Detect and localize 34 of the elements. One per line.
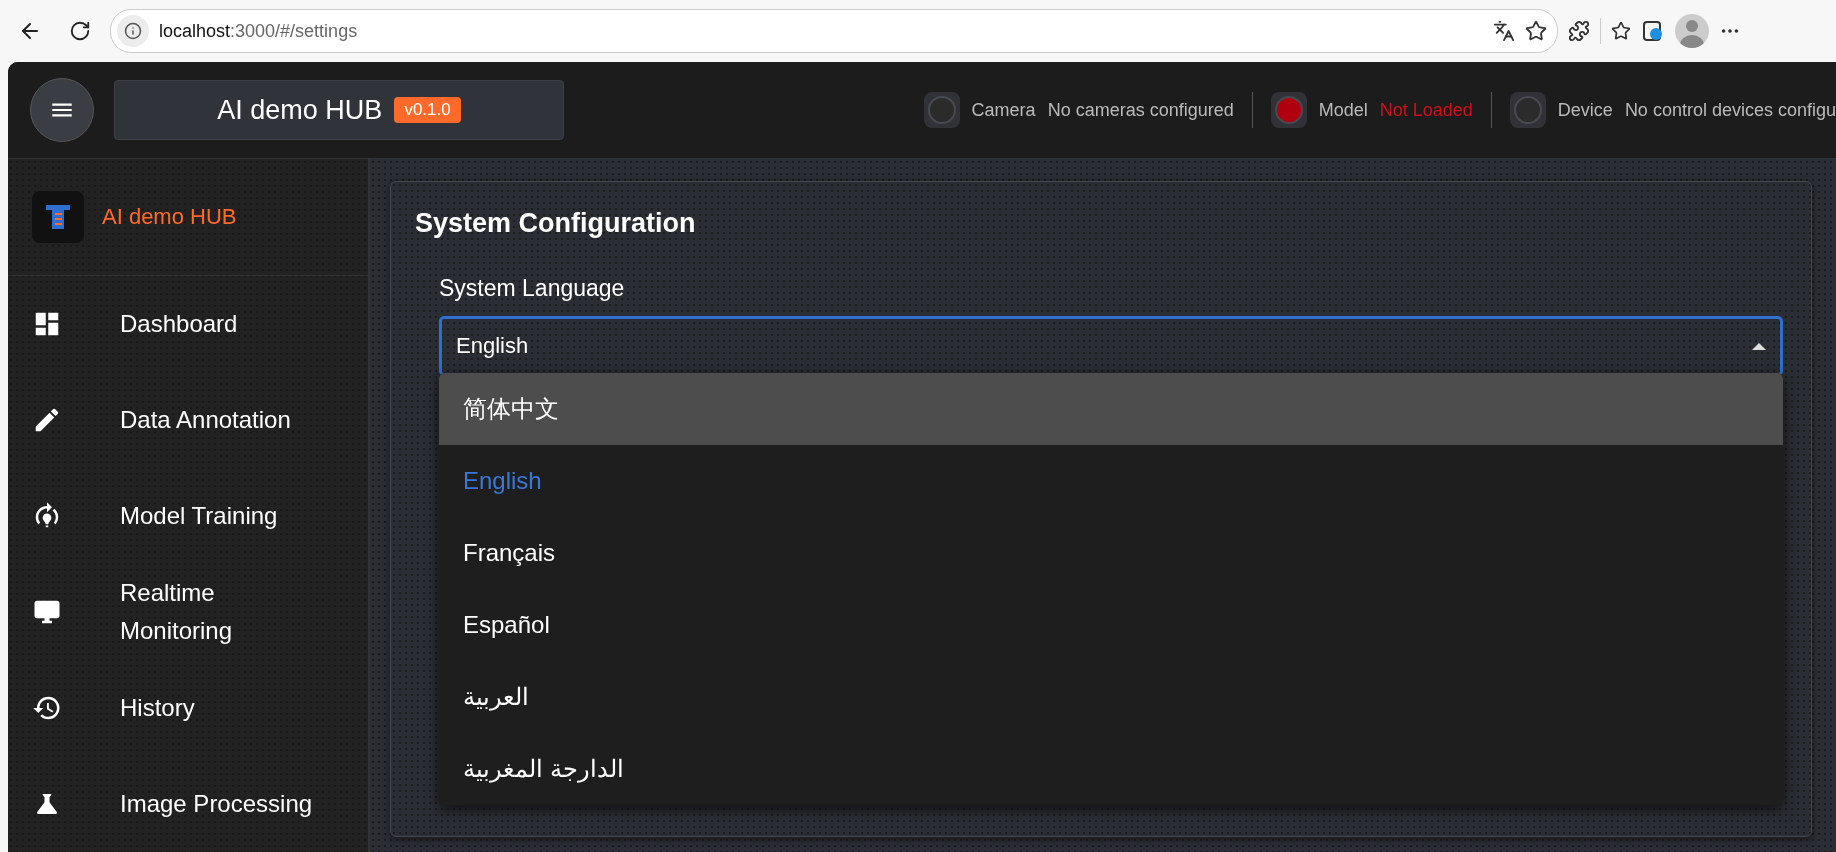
status-value: Not Loaded [1379, 99, 1473, 121]
menu-option[interactable]: Français [439, 517, 1783, 589]
info-icon[interactable] [117, 15, 149, 47]
version-badge: v0.1.0 [394, 97, 461, 123]
card-title: System Configuration [415, 208, 697, 239]
collections-icon[interactable] [1641, 19, 1665, 43]
menu-option[interactable]: الدارجة المغربية [439, 733, 1783, 805]
field-label: System Language [439, 275, 626, 302]
sidebar-item[interactable]: Data Annotation [8, 372, 368, 468]
menu-option[interactable]: Español [439, 589, 1783, 661]
sidebar-item[interactable]: History [8, 660, 368, 756]
app-title: AI demo HUB [217, 94, 383, 126]
sidebar-item[interactable]: Dashboard [8, 276, 368, 372]
sidebar-item[interactable]: Model Training [8, 468, 368, 564]
menu-option[interactable]: English [439, 445, 1783, 517]
status-value: No control devices configu [1624, 99, 1836, 121]
address-bar[interactable]: localhost:3000/#/settings [110, 9, 1558, 53]
status-label: Camera [971, 99, 1036, 121]
translate-icon[interactable] [1493, 20, 1515, 42]
sidebar-item[interactable]: Image Processing [8, 756, 368, 852]
url-text: localhost:3000/#/settings [159, 20, 359, 42]
status-label: Model [1318, 99, 1368, 121]
status-value: No cameras configured [1047, 99, 1234, 121]
caret-icon [1752, 342, 1766, 350]
favorites-icon[interactable] [1611, 21, 1631, 41]
menu-option[interactable]: العربية [439, 661, 1783, 733]
star-icon[interactable] [1525, 20, 1547, 42]
extensions-icon[interactable] [1568, 20, 1590, 42]
menu-option[interactable]: 简体中文 [439, 373, 1783, 445]
sidebar-item[interactable]: Realtime Monitoring [8, 564, 368, 660]
brand-name: AI demo HUB [102, 204, 237, 230]
logo-icon [32, 191, 84, 243]
status-label: Device [1557, 99, 1613, 121]
reload-icon [69, 20, 91, 42]
